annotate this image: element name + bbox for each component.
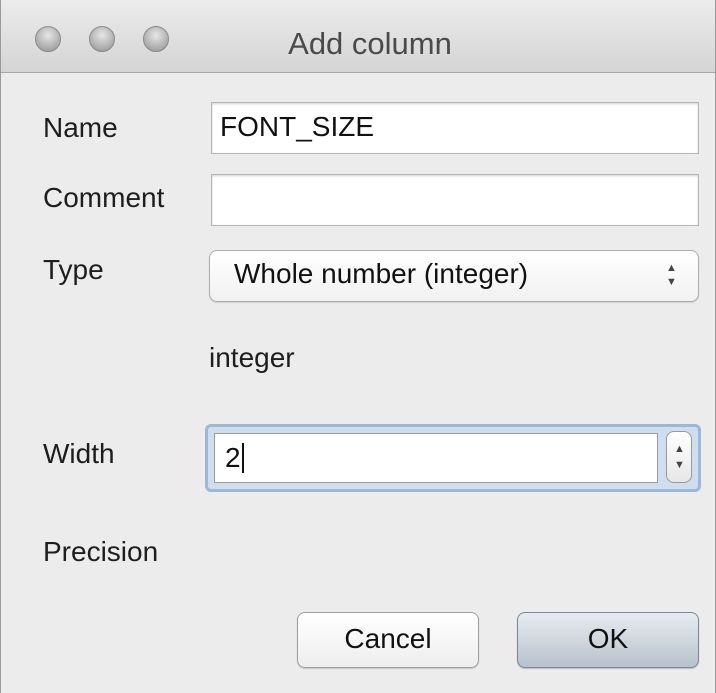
add-column-dialog: Add column Name FONT_SIZE Comment Type W…	[0, 0, 716, 693]
name-field[interactable]: FONT_SIZE	[211, 102, 699, 154]
width-spinbox: 2 ▲ ▼	[205, 424, 701, 492]
name-field-value: FONT_SIZE	[220, 111, 375, 142]
width-input-value: 2	[225, 442, 241, 473]
window-title: Add column	[288, 26, 452, 61]
comment-label: Comment	[43, 182, 165, 213]
ok-button[interactable]: OK	[517, 612, 699, 668]
name-label: Name	[43, 112, 118, 143]
type-select[interactable]: Whole number (integer) ▲ ▼	[209, 250, 699, 302]
stepper-down-icon[interactable]: ▼	[674, 460, 685, 471]
precision-label: Precision	[43, 536, 159, 567]
type-label: Type	[43, 254, 104, 285]
type-name-text: integer	[209, 342, 295, 373]
type-select-value: Whole number (integer)	[234, 258, 529, 289]
width-label: Width	[43, 438, 115, 469]
chevron-down-icon: ▼	[666, 276, 677, 288]
comment-field[interactable]	[211, 174, 699, 226]
width-stepper[interactable]: ▲ ▼	[666, 431, 692, 483]
width-input[interactable]: 2	[214, 433, 658, 483]
chevron-up-icon: ▲	[666, 262, 677, 274]
cancel-button[interactable]: Cancel	[297, 612, 479, 668]
text-caret	[241, 443, 244, 473]
title-bar: Add column	[1, 0, 715, 73]
stepper-up-icon[interactable]: ▲	[674, 444, 685, 455]
